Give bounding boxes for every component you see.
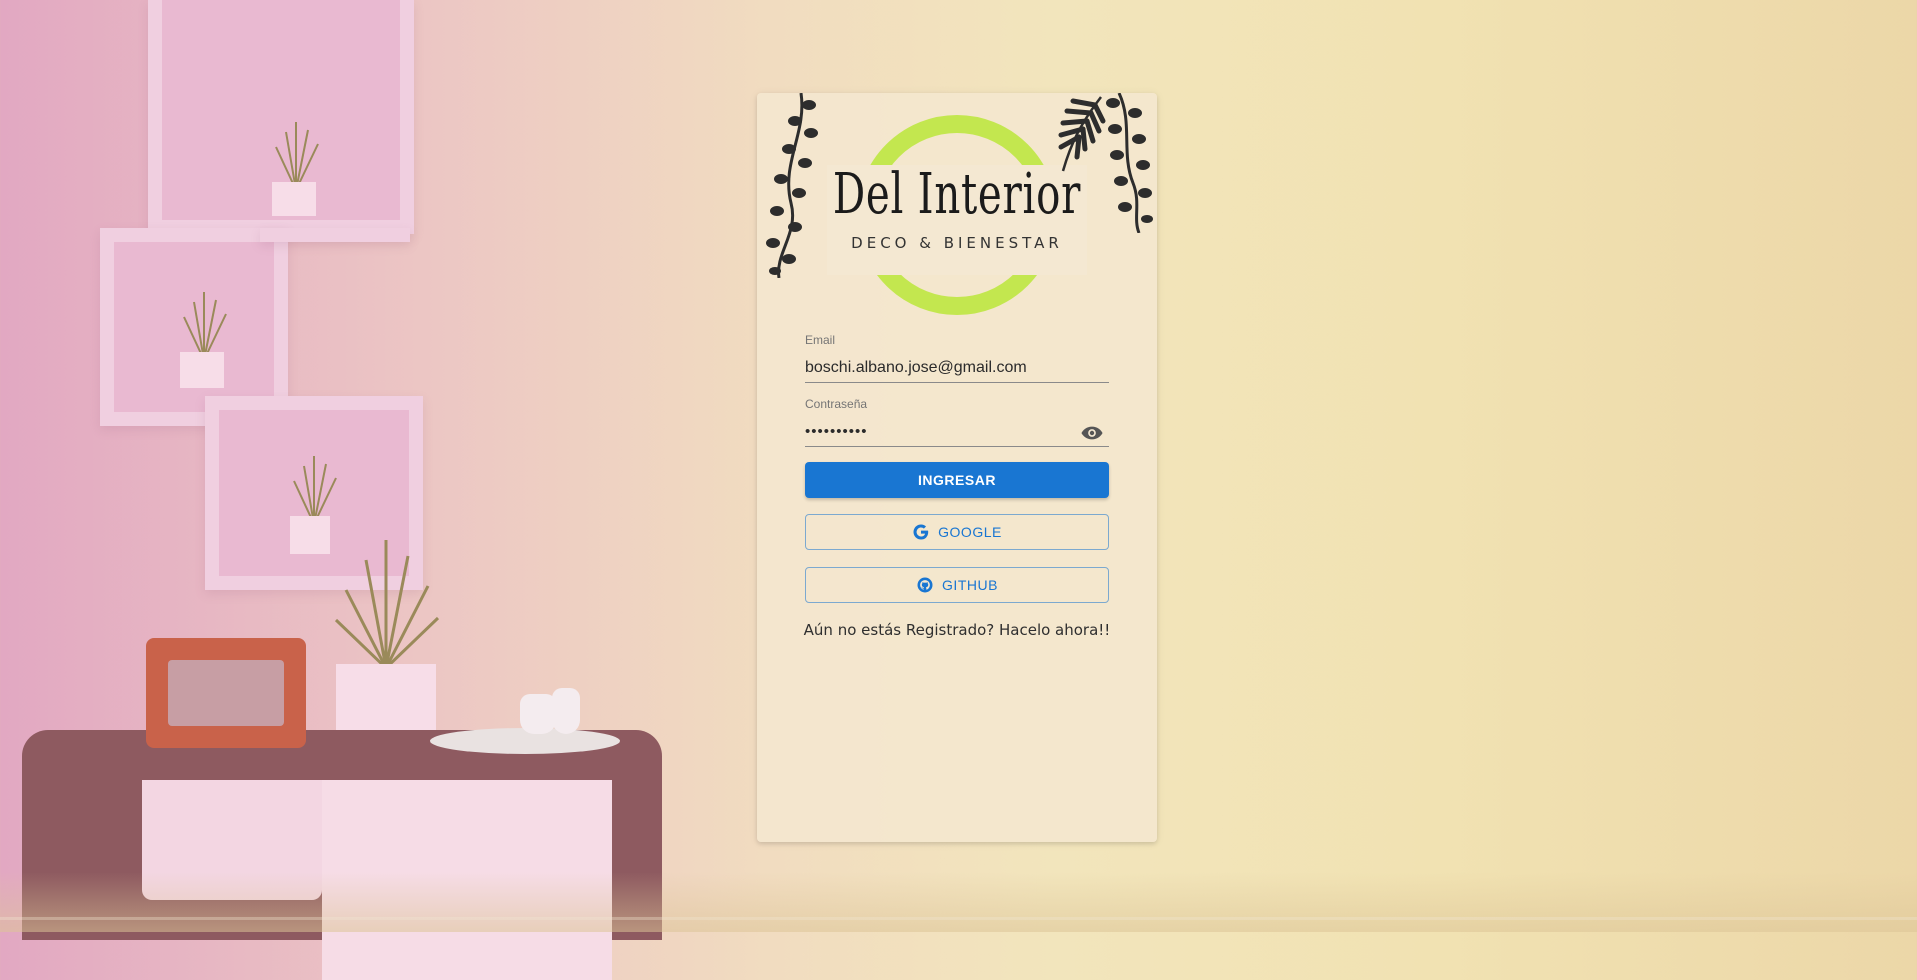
password-input[interactable]	[805, 417, 1109, 447]
password-label: Contraseña	[805, 397, 868, 411]
wall-shelf	[205, 396, 423, 590]
vine-right-decoration	[1106, 93, 1153, 233]
floor	[0, 872, 1917, 932]
plant-pot	[290, 516, 330, 554]
plant-decoration	[293, 456, 337, 525]
vine-left-decoration	[766, 93, 818, 278]
plant-pot	[180, 352, 224, 388]
radio-face	[168, 660, 284, 726]
email-field: Email	[805, 333, 1109, 385]
retro-radio	[146, 638, 306, 748]
wall-shelf	[148, 0, 414, 234]
google-icon	[913, 524, 929, 540]
github-icon	[917, 577, 933, 593]
register-link[interactable]: Aún no estás Registrado? Hacelo ahora!!	[757, 621, 1157, 639]
plant-decoration	[275, 122, 319, 191]
plant-pot	[272, 182, 316, 216]
tray	[430, 728, 620, 754]
plant-pot	[336, 664, 436, 744]
cup	[520, 694, 556, 734]
wall-shelf	[260, 228, 410, 242]
github-button-label: GITHUB	[942, 577, 998, 593]
plant-decoration	[334, 540, 440, 670]
eye-icon[interactable]	[1081, 425, 1103, 441]
plant-decoration	[183, 292, 227, 361]
baseboard	[0, 917, 1917, 920]
github-login-button[interactable]: GITHUB	[805, 567, 1109, 603]
google-login-button[interactable]: GOOGLE	[805, 514, 1109, 550]
login-card: Del Interior DECO & BIENESTAR Email bosc…	[757, 93, 1157, 842]
cup	[552, 688, 580, 734]
login-button[interactable]: INGRESAR	[805, 462, 1109, 498]
brand-logo: Del Interior DECO & BIENESTAR	[757, 93, 1157, 328]
sideboard-compartment	[142, 780, 322, 900]
email-label: Email	[805, 333, 836, 347]
wall-shelf	[100, 228, 288, 426]
sideboard	[22, 730, 662, 980]
sideboard-drawer	[322, 780, 612, 980]
password-field: Contraseña	[805, 397, 1109, 449]
google-button-label: GOOGLE	[938, 524, 1002, 540]
login-button-label: INGRESAR	[918, 472, 996, 488]
email-input[interactable]	[805, 353, 1109, 383]
fern-decoration	[1058, 96, 1106, 172]
